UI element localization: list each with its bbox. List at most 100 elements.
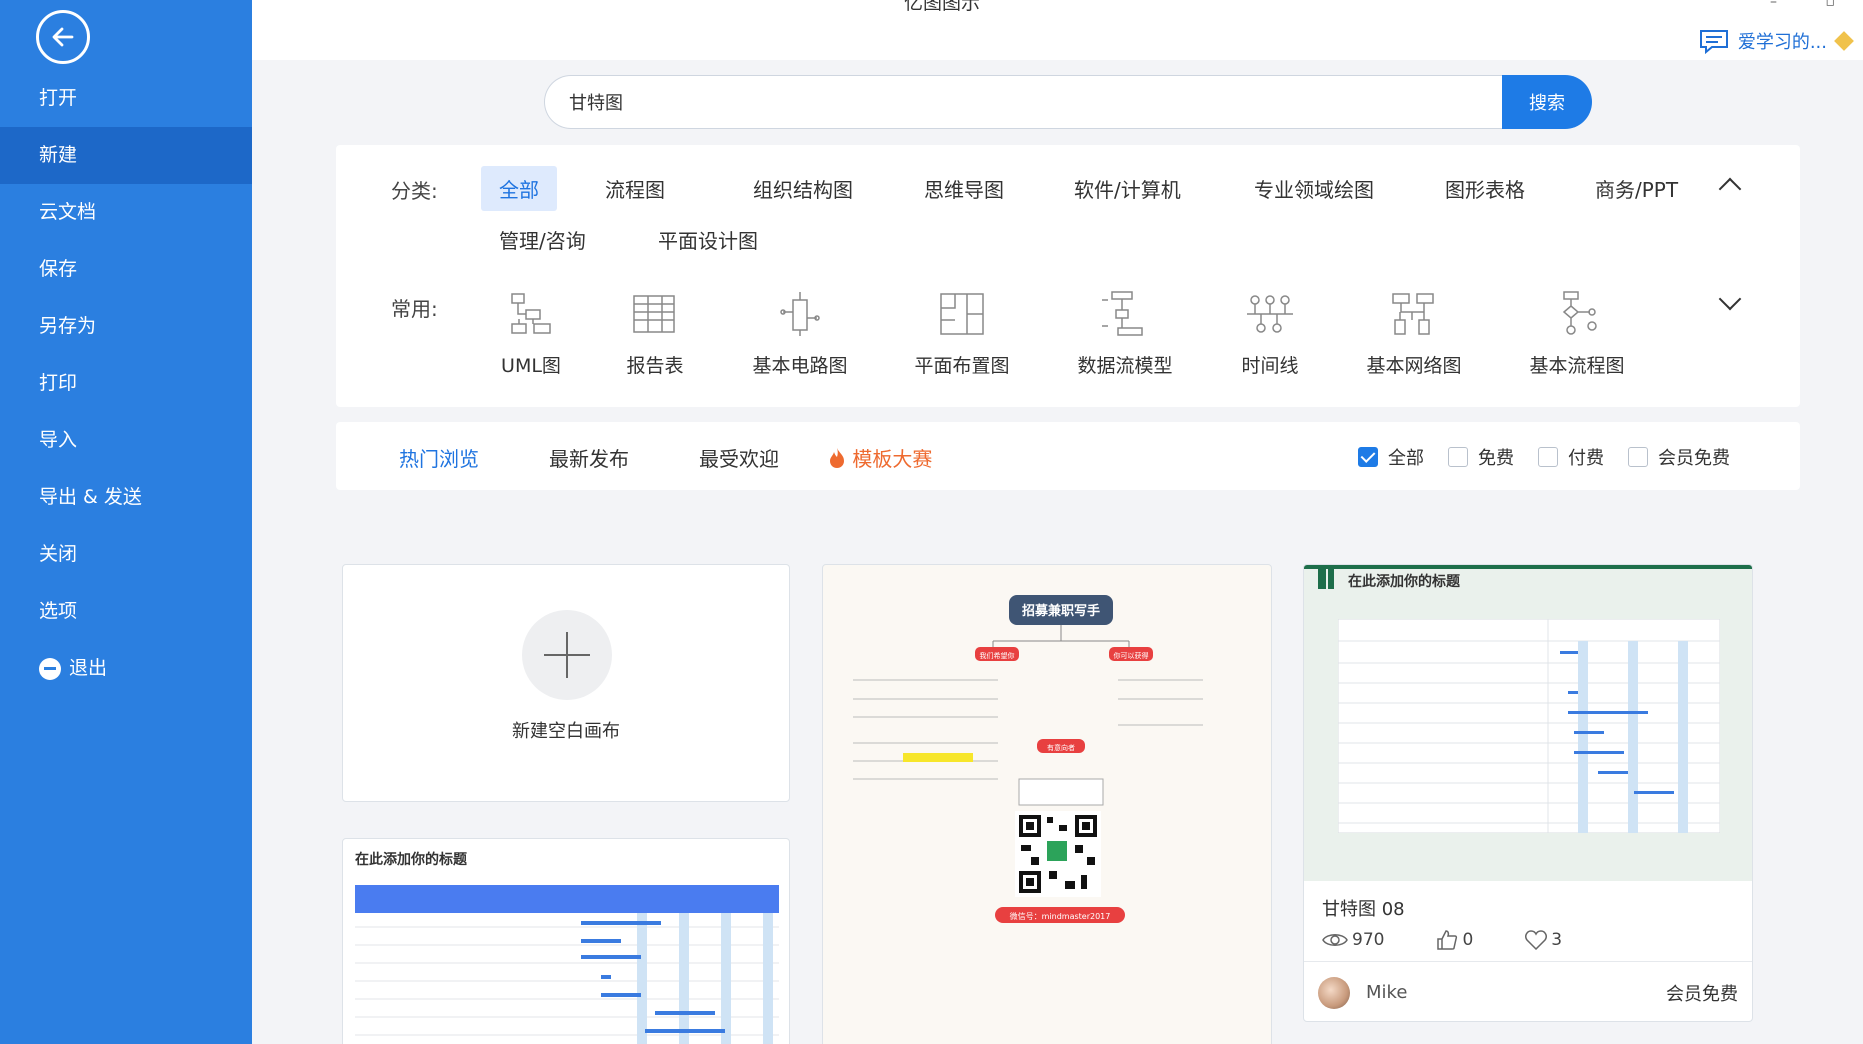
network-icon [1392, 293, 1434, 335]
sidebar-item-cloud-docs[interactable]: 云文档 [0, 184, 252, 241]
search-input[interactable] [544, 75, 1504, 129]
category-label: 分类: [391, 179, 438, 203]
sidebar-item-import[interactable]: 导入 [0, 412, 252, 469]
common-report[interactable]: 报告表 [620, 290, 690, 378]
fire-icon [830, 448, 844, 468]
checkbox-icon[interactable] [1448, 447, 1468, 467]
template-card-recruit[interactable]: 招募兼职写手 我们希望你 你可以获得 有意向者 微信号：mindmaster20… [822, 564, 1272, 1044]
category-graphic-design[interactable]: 平面设计图 [640, 217, 776, 262]
filter-label: 付费 [1568, 448, 1604, 469]
category-mind-map[interactable]: 思维导图 [906, 166, 1022, 211]
tab-hot[interactable]: 热门浏览 [399, 443, 479, 472]
sidebar-item-label: 打印 [39, 372, 78, 394]
tab-popular[interactable]: 最受欢迎 [699, 443, 779, 472]
sidebar-item-print[interactable]: 打印 [0, 355, 252, 412]
tab-contest-label: 模板大赛 [852, 447, 933, 471]
common-floor-plan[interactable]: 平面布置图 [912, 290, 1012, 378]
sidebar-item-label: 打开 [39, 87, 78, 109]
sidebar-item-save-as[interactable]: 另存为 [0, 298, 252, 355]
common-label-text: 时间线 [1241, 355, 1299, 377]
common-basic-flow[interactable]: 基本流程图 [1527, 290, 1627, 378]
common-label-text: 基本电路图 [752, 355, 848, 377]
new-blank-canvas-card[interactable]: 新建空白画布 [342, 564, 790, 802]
gantt-preview-image [355, 885, 779, 1044]
category-flowchart[interactable]: 流程图 [587, 166, 683, 211]
back-button[interactable] [36, 10, 90, 64]
category-management[interactable]: 管理/咨询 [481, 217, 604, 262]
window-title: 亿图图示 [904, 0, 981, 14]
filter-member-free[interactable]: 会员免费 [1628, 444, 1730, 470]
category-software[interactable]: 软件/计算机 [1056, 166, 1199, 211]
filter-free[interactable]: 免费 [1448, 444, 1514, 470]
minimize-button[interactable]: – [1770, 0, 1777, 10]
common-label-text: 平面布置图 [914, 355, 1010, 377]
basic-flow-icon [1562, 291, 1597, 335]
eye-icon [1322, 934, 1348, 946]
sidebar-item-close[interactable]: 关闭 [0, 526, 252, 583]
sidebar-item-options[interactable]: 选项 [0, 583, 252, 640]
template-preview-title: 在此添加你的标题 [355, 852, 467, 868]
likes-stat[interactable]: 0 [1436, 929, 1473, 951]
new-blank-label: 新建空白画布 [512, 721, 620, 742]
sidebar-item-exit[interactable]: 退出 [0, 640, 252, 697]
common-label-text: 基本流程图 [1529, 355, 1625, 377]
common-data-flow[interactable]: 数据流模型 [1075, 290, 1175, 378]
sidebar-item-export-send[interactable]: 导出 & 发送 [0, 469, 252, 526]
common-label-text: UML图 [501, 355, 561, 377]
sidebar-item-label: 退出 [69, 657, 108, 679]
common-circuit[interactable]: 基本电路图 [750, 290, 850, 378]
template-card-gantt-08[interactable]: 在此添加你的标题 甘特图 08 970 0 3 Mike 会员免费 [1303, 564, 1753, 1022]
sidebar-item-save[interactable]: 保存 [0, 241, 252, 298]
tab-contest[interactable]: 模板大赛 [828, 443, 932, 472]
arrow-left-icon [52, 27, 74, 47]
sidebar-item-label: 另存为 [39, 315, 97, 337]
template-card-gantt-blue[interactable]: 在此添加你的标题 [342, 838, 790, 1044]
checkbox-checked-icon[interactable] [1358, 447, 1378, 467]
common-timeline[interactable]: 时间线 [1235, 290, 1305, 378]
favorites-stat[interactable]: 3 [1525, 930, 1562, 950]
message-icon [1699, 30, 1728, 54]
checkbox-icon[interactable] [1628, 447, 1648, 467]
common-network[interactable]: 基本网络图 [1364, 290, 1464, 378]
common-uml[interactable]: UML图 [496, 290, 566, 378]
category-graphic-table[interactable]: 图形表格 [1427, 166, 1543, 211]
favorites-count: 3 [1551, 930, 1563, 950]
sidebar-item-label: 云文档 [39, 201, 97, 223]
restore-button[interactable]: ▫ [1826, 0, 1836, 10]
filter-label: 会员免费 [1658, 448, 1730, 469]
checkbox-icon[interactable] [1538, 447, 1558, 467]
title-bar: 亿图图示 – ▫ 爱学习的... [252, 0, 1863, 60]
sidebar-item-new[interactable]: 新建 [0, 127, 252, 184]
tab-latest[interactable]: 最新发布 [549, 443, 629, 472]
gantt08-chart-image [1338, 619, 1720, 833]
sidebar-item-label: 关闭 [39, 543, 78, 565]
recruit-left-tag: 我们希望你 [980, 651, 1015, 660]
chevron-up-icon[interactable] [1718, 177, 1742, 201]
template-name: 甘特图 08 [1322, 899, 1405, 920]
sidebar-item-label: 导入 [39, 429, 78, 451]
category-all[interactable]: 全部 [481, 166, 557, 211]
sidebar-item-open[interactable]: 打开 [0, 70, 252, 127]
filter-all[interactable]: 全部 [1358, 444, 1424, 470]
minus-circle-icon [39, 657, 61, 680]
price-filter: 全部 免费 付费 会员免费 [1358, 444, 1744, 470]
category-business-ppt[interactable]: 商务/PPT [1577, 166, 1696, 211]
recruit-wechat: 微信号：mindmaster2017 [1010, 911, 1111, 921]
timeline-icon [1247, 295, 1293, 333]
filter-label: 免费 [1478, 448, 1514, 469]
avatar[interactable] [1318, 976, 1350, 1009]
filter-paid[interactable]: 付费 [1538, 444, 1604, 470]
category-org-chart[interactable]: 组织结构图 [735, 166, 871, 211]
search-button[interactable]: 搜索 [1502, 75, 1592, 129]
user-account[interactable]: 爱学习的... [1698, 28, 1854, 54]
price-badge: 会员免费 [1666, 983, 1738, 1005]
circuit-icon [780, 292, 820, 336]
category-professional[interactable]: 专业领域绘图 [1236, 166, 1392, 211]
filter-bar: 热门浏览 最新发布 最受欢迎 模板大赛 全部 免费 付费 会员免费 [336, 422, 1800, 490]
author-name[interactable]: Mike [1366, 982, 1407, 1003]
chevron-down-icon[interactable] [1718, 287, 1742, 311]
sidebar: 打开 新建 云文档 保存 另存为 打印 导入 导出 & 发送 关闭 选项 退出 [0, 0, 252, 1044]
sidebar-item-label: 导出 & 发送 [39, 486, 142, 508]
vip-badge-icon [1834, 31, 1854, 51]
common-label-text: 基本网络图 [1366, 355, 1462, 377]
